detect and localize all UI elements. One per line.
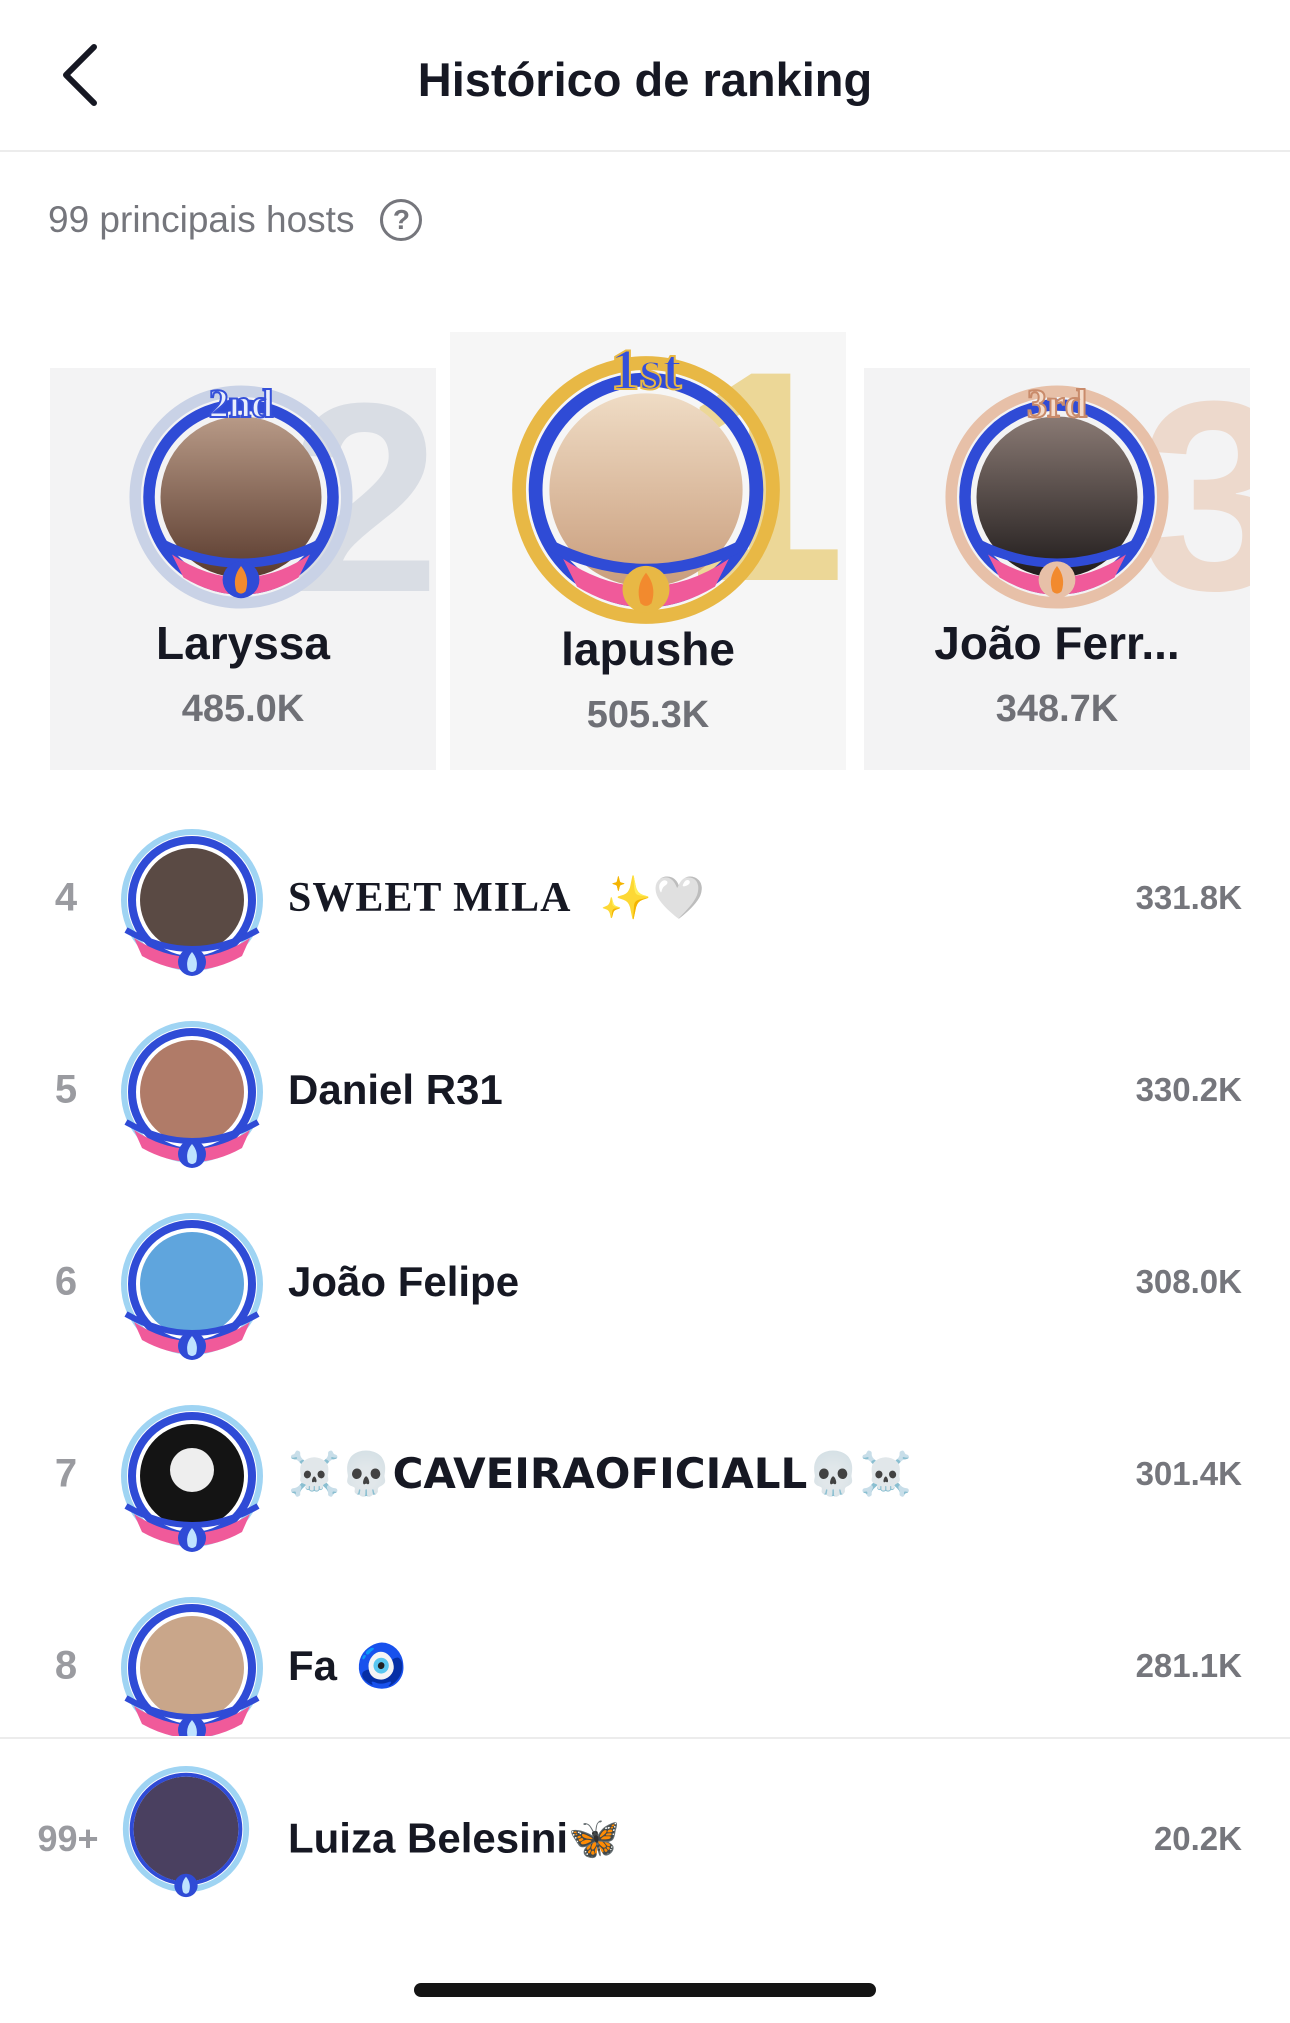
host-name-text: Daniel R31 [288, 1066, 503, 1113]
host-score: 20.2K [1153, 1820, 1242, 1857]
rank-number: 7 [54, 1451, 78, 1496]
avatar: 3rd [942, 380, 1172, 612]
top-bar: Histórico de ranking [0, 0, 1290, 152]
rank-number: 4 [54, 875, 78, 920]
avatar [112, 1212, 272, 1362]
podium-score: 485.0K [181, 688, 305, 730]
podium-name: Laryssa [156, 617, 330, 669]
my-rank-row[interactable]: 99+ Luiza Belesini🦋 20.2K [0, 1737, 1290, 1947]
host-name: ☠️💀CAVEIRAOFICIALL💀☠️ [288, 1449, 912, 1499]
rank-number: 99+ [37, 1818, 99, 1859]
list-item[interactable]: 5 Daniel R31 330.2K [0, 1010, 1290, 1170]
ribbon-label: 2nd [208, 380, 275, 427]
avatar [118, 1765, 254, 1901]
ribbon-label: 3rd [1026, 380, 1088, 427]
rank-number: 6 [54, 1259, 78, 1304]
host-name: Luiza Belesini🦋 [288, 1815, 620, 1864]
host-name-emoji: ✨🤍 [599, 873, 707, 922]
host-name: Fa 🧿 [288, 1641, 407, 1691]
podium-card-second[interactable]: 2 2nd Laryssa 485.0K [50, 368, 436, 770]
list-item[interactable]: 4 SWEET MILA ✨🤍 331.8K [0, 818, 1290, 978]
host-name-text: Fa [288, 1642, 338, 1689]
avatar [112, 1020, 272, 1170]
host-score: 301.4K [1135, 1455, 1242, 1492]
podium-card-first[interactable]: 1 1st lapushe 505.3K [450, 332, 846, 770]
host-name-text: Luiza Belesini🦋 [288, 1814, 621, 1862]
ribbon-label: 1st [610, 336, 683, 403]
list-item[interactable]: 6 João Felipe 308.0K [0, 1202, 1290, 1362]
podium-name: lapushe [561, 623, 735, 675]
avatar: 2nd [126, 380, 356, 612]
avatar: 1st [508, 336, 784, 628]
home-indicator[interactable] [414, 1983, 876, 1997]
help-icon[interactable]: ? [380, 199, 423, 241]
host-name-text: João Felipe [288, 1258, 520, 1305]
rank-number: 5 [54, 1067, 78, 1112]
subheader-label: 99 principais hosts [48, 199, 355, 240]
podium-name: João Ferr... [934, 617, 1180, 669]
host-name-text: SWEET MILA [288, 875, 572, 921]
avatar [112, 1404, 272, 1554]
page-title: Histórico de ranking [417, 53, 873, 106]
rank-number: 8 [54, 1643, 78, 1688]
podium-score: 348.7K [995, 688, 1119, 730]
host-score: 331.8K [1135, 879, 1242, 916]
host-score: 330.2K [1135, 1071, 1242, 1108]
subheader: 99 principais hosts ? [48, 190, 423, 250]
host-name-emoji: 🧿 [355, 1641, 408, 1690]
host-name: SWEET MILA ✨🤍 [288, 873, 706, 923]
avatar [112, 1596, 272, 1736]
podium-card-third[interactable]: 3 3rd João Ferr... 348.7K [864, 368, 1250, 770]
list-item[interactable]: 7 ☠️💀CAVEIRAOFICIALL💀☠️ 301.4K [0, 1394, 1290, 1554]
host-name-text: ☠️💀CAVEIRAOFICIALL💀☠️ [288, 1449, 912, 1498]
avatar [112, 828, 272, 978]
host-score: 308.0K [1135, 1263, 1242, 1300]
host-score: 281.1K [1135, 1647, 1242, 1684]
podium-score: 505.3K [586, 694, 710, 736]
host-name: Daniel R31 [288, 1066, 503, 1114]
list-item[interactable]: 8 Fa 🧿 281.1K [0, 1586, 1290, 1736]
host-name: João Felipe [288, 1258, 519, 1306]
